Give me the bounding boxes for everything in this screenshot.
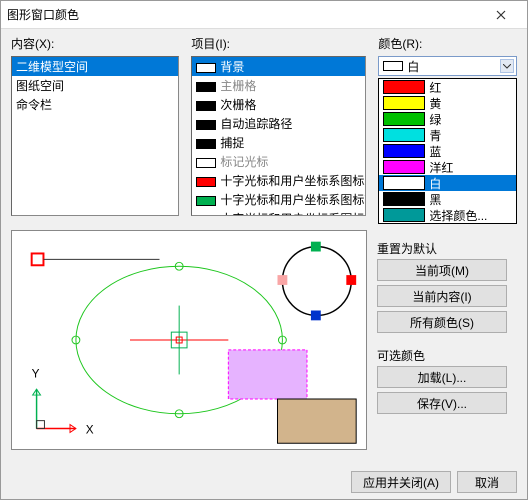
- preview-svg: X Y: [12, 231, 366, 449]
- item-swatch: [196, 177, 216, 187]
- context-column: 内容(X): 二维模型空间图纸空间命令栏: [11, 35, 179, 224]
- item-swatch: [196, 63, 216, 73]
- color-option[interactable]: 蓝: [379, 143, 516, 159]
- load-button[interactable]: 加载(L)...: [377, 366, 507, 388]
- combo-swatch: [383, 61, 403, 71]
- context-item[interactable]: 二维模型空间: [12, 57, 178, 76]
- color-option[interactable]: 红: [379, 79, 516, 95]
- item-swatch: [196, 120, 216, 130]
- option-swatch: [383, 112, 425, 126]
- color-option[interactable]: 青: [379, 127, 516, 143]
- option-label: 红: [429, 79, 441, 96]
- right-panel: 重置为默认 当前项(M) 当前内容(I) 所有颜色(S) 可选颜色 加载(L).…: [377, 230, 517, 450]
- item-swatch: [196, 139, 216, 149]
- chevron-down-icon: [500, 59, 514, 73]
- element-item[interactable]: 自动追踪路径: [192, 114, 365, 133]
- option-swatch: [383, 160, 425, 174]
- apply-close-button[interactable]: 应用并关闭(A): [351, 471, 451, 493]
- element-item[interactable]: 十字光标和用户坐标系图标Z: [192, 209, 365, 216]
- color-option[interactable]: 绿: [379, 111, 516, 127]
- reset-label: 重置为默认: [377, 240, 517, 257]
- save-button[interactable]: 保存(V)...: [377, 392, 507, 414]
- current-item-button[interactable]: 当前项(M): [377, 259, 507, 281]
- context-item[interactable]: 命令栏: [12, 95, 178, 114]
- option-label: 洋红: [429, 159, 453, 176]
- color-column: 颜色(R): 白 红黄绿青蓝洋红白黑选择颜色...: [378, 35, 517, 224]
- item-swatch: [196, 101, 216, 111]
- option-label: 蓝: [429, 143, 441, 160]
- element-item[interactable]: 十字光标和用户坐标系图标X: [192, 171, 365, 190]
- all-colors-button[interactable]: 所有颜色(S): [377, 311, 507, 333]
- context-label: 内容(X):: [11, 35, 179, 52]
- option-swatch: [383, 128, 425, 142]
- color-option[interactable]: 选择颜色...: [379, 207, 516, 223]
- dialog-window: 图形窗口颜色 内容(X): 二维模型空间图纸空间命令栏 项目(I): 背景主栅格…: [0, 0, 528, 500]
- optional-label: 可选颜色: [377, 347, 517, 364]
- preview-panel: X Y: [11, 230, 367, 450]
- item-swatch: [196, 196, 216, 206]
- item-swatch: [196, 82, 216, 92]
- element-item[interactable]: 次栅格: [192, 95, 365, 114]
- color-option[interactable]: 洋红: [379, 159, 516, 175]
- cancel-button[interactable]: 取消: [457, 471, 517, 493]
- option-label: 选择颜色...: [429, 207, 487, 224]
- color-option[interactable]: 黑: [379, 191, 516, 207]
- items-listbox[interactable]: 背景主栅格次栅格自动追踪路径捕捉标记光标十字光标和用户坐标系图标X十字光标和用户…: [191, 56, 366, 216]
- close-button[interactable]: [481, 2, 521, 28]
- current-context-button[interactable]: 当前内容(I): [377, 285, 507, 307]
- option-label: 白: [429, 175, 441, 192]
- option-swatch: [383, 144, 425, 158]
- color-option[interactable]: 白: [379, 175, 516, 191]
- color-option[interactable]: 黄: [379, 95, 516, 111]
- item-swatch: [196, 215, 216, 216]
- context-item[interactable]: 图纸空间: [12, 76, 178, 95]
- option-swatch: [383, 192, 425, 206]
- footer: 应用并关闭(A) 取消: [1, 465, 527, 499]
- color-dropdown[interactable]: 红黄绿青蓝洋红白黑选择颜色...: [378, 78, 517, 224]
- context-listbox[interactable]: 二维模型空间图纸空间命令栏: [11, 56, 179, 216]
- combo-value: 白: [407, 58, 419, 75]
- option-label: 绿: [429, 111, 441, 128]
- item-swatch: [196, 158, 216, 168]
- element-item[interactable]: 标记光标: [192, 152, 365, 171]
- svg-text:X: X: [86, 422, 94, 436]
- svg-text:Y: Y: [32, 366, 40, 380]
- content-area: 内容(X): 二维模型空间图纸空间命令栏 项目(I): 背景主栅格次栅格自动追踪…: [1, 29, 527, 465]
- items-column: 项目(I): 背景主栅格次栅格自动追踪路径捕捉标记光标十字光标和用户坐标系图标X…: [191, 35, 366, 224]
- option-swatch: [383, 80, 425, 94]
- option-label: 青: [429, 127, 441, 144]
- option-label: 黑: [429, 191, 441, 208]
- top-row: 内容(X): 二维模型空间图纸空间命令栏 项目(I): 背景主栅格次栅格自动追踪…: [11, 35, 517, 224]
- option-swatch: [383, 208, 425, 222]
- color-label: 颜色(R):: [378, 35, 517, 52]
- element-item[interactable]: 背景: [192, 57, 365, 76]
- window-title: 图形窗口颜色: [7, 6, 481, 23]
- element-item[interactable]: 十字光标和用户坐标系图标Y: [192, 190, 365, 209]
- bottom-row: X Y 重置为默认 当前项(M) 当前内容(I) 所有颜色(S) 可选颜色 加载…: [11, 230, 517, 450]
- color-combobox[interactable]: 白: [378, 56, 517, 76]
- element-item[interactable]: 主栅格: [192, 76, 365, 95]
- option-label: 黄: [429, 95, 441, 112]
- element-item[interactable]: 捕捉: [192, 133, 365, 152]
- option-swatch: [383, 176, 425, 190]
- option-swatch: [383, 96, 425, 110]
- close-icon: [496, 10, 506, 20]
- items-label: 项目(I):: [191, 35, 366, 52]
- titlebar: 图形窗口颜色: [1, 1, 527, 29]
